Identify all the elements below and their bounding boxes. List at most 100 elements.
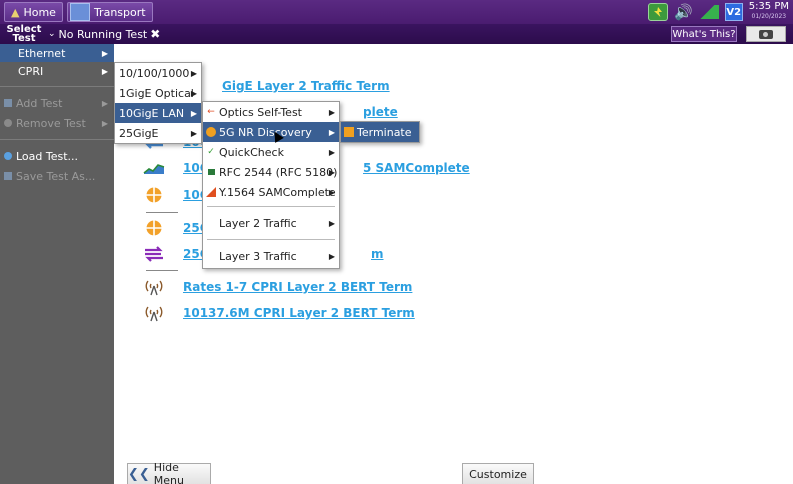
arrow-right-icon: ▶ bbox=[101, 66, 108, 76]
menu-divider bbox=[207, 239, 335, 240]
select-test-button[interactable]: Select Test bbox=[0, 24, 48, 44]
test-link[interactable]: 5 SAMComplete bbox=[363, 161, 470, 175]
whats-this-button[interactable]: What's This? bbox=[671, 26, 737, 42]
screenshot-button[interactable] bbox=[746, 26, 786, 42]
crosshair-icon bbox=[142, 186, 166, 204]
save-icon bbox=[4, 172, 12, 180]
transport-icon bbox=[69, 3, 90, 21]
add-test-label: Add Test bbox=[16, 96, 63, 110]
network-icon[interactable] bbox=[698, 5, 719, 19]
running-test-label: No Running Test bbox=[58, 27, 148, 41]
menu-item-label: Optics Self-Test bbox=[219, 105, 302, 119]
list-item[interactable]: 25G bbox=[142, 217, 210, 239]
menu-item-terminate[interactable]: Terminate bbox=[341, 122, 419, 142]
test-link[interactable]: 10137.6M CPRI Layer 2 BERT Term bbox=[183, 306, 415, 320]
menu-item-quickcheck[interactable]: ✓ QuickCheck ▶ bbox=[203, 142, 339, 162]
double-chevron-left-icon: ❮❮ bbox=[128, 466, 150, 482]
arrow-right-icon: ▶ bbox=[328, 167, 335, 177]
test-link[interactable]: Rates 1-7 CPRI Layer 2 BERT Term bbox=[183, 280, 412, 294]
chevron-down-icon: ⌄ bbox=[48, 29, 56, 39]
arrow-right-icon: ▶ bbox=[190, 88, 197, 98]
list-item[interactable]: 25G m bbox=[142, 243, 384, 265]
menu-item-layer-2-traffic[interactable]: Layer 2 Traffic ▶ bbox=[203, 211, 339, 235]
10gige-lan-menu: ← Optics Self-Test ▶ 5G NR Discovery ▶ ✓… bbox=[202, 101, 340, 269]
menu-item-label: Y.1564 SAMComplete bbox=[219, 185, 336, 199]
menu-item-rfc-2544[interactable]: RFC 2544 (RFC 5180) ▶ bbox=[203, 162, 339, 182]
arrow-right-icon: ▶ bbox=[101, 48, 108, 58]
load-test-button[interactable]: Load Test... bbox=[0, 146, 114, 166]
5g-nr-menu: Terminate bbox=[340, 121, 420, 143]
close-icon[interactable]: ✖ bbox=[150, 27, 160, 41]
sidebar: Ethernet ▶ CPRI ▶ Add Test ▶ Remove Test… bbox=[0, 44, 114, 484]
transport-button[interactable]: Transport bbox=[66, 2, 153, 22]
menu-item-label: 10GigE LAN bbox=[119, 106, 185, 120]
menu-item-10gige-lan[interactable]: 10GigE LAN ▶ bbox=[115, 103, 201, 123]
arrow-right-icon: ▶ bbox=[328, 187, 335, 197]
divider bbox=[146, 212, 178, 213]
test-link[interactable]: plete bbox=[363, 105, 398, 119]
arrow-right-icon: ▶ bbox=[328, 251, 335, 261]
crosshair-icon bbox=[142, 219, 166, 237]
clock: 5:35 PM 01/20/2023 bbox=[749, 2, 789, 22]
list-item[interactable]: 10G bbox=[142, 184, 210, 206]
vnc-badge[interactable]: V2 bbox=[724, 3, 743, 21]
sidebar-item-ethernet[interactable]: Ethernet ▶ bbox=[0, 44, 114, 62]
arrow-right-icon: ▶ bbox=[328, 127, 335, 137]
battery-icon[interactable] bbox=[648, 3, 669, 21]
menu-item-label: 5G NR Discovery bbox=[219, 125, 312, 139]
menu-item-5g-nr-discovery[interactable]: 5G NR Discovery ▶ bbox=[203, 122, 339, 142]
add-test-icon bbox=[4, 99, 12, 107]
status-area: 🔊 V2 5:35 PM 01/20/2023 bbox=[648, 2, 789, 22]
menu-item-layer-3-traffic[interactable]: Layer 3 Traffic ▶ bbox=[203, 244, 339, 268]
menu-item-25gige[interactable]: 25GigE ▶ bbox=[115, 123, 201, 143]
wave-icon bbox=[142, 159, 166, 177]
menu-item-y1564-samcomplete[interactable]: Y.1564 SAMComplete ▶ bbox=[203, 182, 339, 202]
hide-menu-label: Hide Menu bbox=[153, 461, 184, 484]
arrow-left-icon: ← bbox=[207, 107, 215, 117]
sidebar-item-cpri[interactable]: CPRI ▶ bbox=[0, 62, 114, 80]
load-test-icon bbox=[4, 152, 12, 160]
speaker-icon[interactable]: 🔊 bbox=[674, 3, 693, 21]
top-bar: ▲ Home Transport 🔊 V2 5:35 PM 01/20/2023 bbox=[0, 0, 793, 24]
menu-item-1gige-optical[interactable]: 1GigE Optical ▶ bbox=[115, 83, 201, 103]
home-button[interactable]: ▲ Home bbox=[4, 2, 63, 22]
arrow-right-icon: ▶ bbox=[101, 98, 108, 108]
menu-item-optics-self-test[interactable]: ← Optics Self-Test ▶ bbox=[203, 102, 339, 122]
antenna-icon bbox=[142, 278, 166, 296]
camera-icon bbox=[759, 29, 773, 39]
test-link[interactable]: m bbox=[371, 247, 384, 261]
customize-button[interactable]: Customize bbox=[462, 463, 534, 484]
menu-item-10-100-1000[interactable]: 10/100/1000 ▶ bbox=[115, 63, 201, 83]
add-test-button[interactable]: Add Test ▶ bbox=[0, 93, 114, 113]
menu-item-label: 25GigE bbox=[119, 126, 159, 140]
list-item[interactable]: 10G 5 SAMComplete bbox=[142, 157, 470, 179]
running-test-tab[interactable]: ⌄ No Running Test ✖ bbox=[48, 27, 160, 41]
menu-item-label: Layer 3 Traffic bbox=[219, 249, 297, 263]
hide-menu-button[interactable]: ❮❮ Hide Menu bbox=[127, 461, 211, 484]
save-test-as-button[interactable]: Save Test As... bbox=[0, 166, 114, 186]
load-test-label: Load Test... bbox=[16, 149, 79, 163]
test-bar: Select Test ⌄ No Running Test ✖ What's T… bbox=[0, 24, 793, 44]
clock-time: 5:35 PM bbox=[748, 1, 789, 12]
arrow-right-icon: ▶ bbox=[328, 218, 335, 228]
arrow-right-icon: ▶ bbox=[190, 68, 197, 78]
5g-icon bbox=[206, 127, 216, 137]
select-test-line2: Test bbox=[12, 33, 36, 44]
divider bbox=[146, 270, 178, 271]
test-link[interactable]: GigE Layer 2 Traffic Term bbox=[222, 79, 390, 93]
menu-divider bbox=[207, 206, 335, 207]
antenna-icon bbox=[142, 304, 166, 322]
list-item[interactable]: 10137.6M CPRI Layer 2 BERT Term bbox=[142, 302, 415, 324]
remove-test-label: Remove Test bbox=[16, 116, 86, 130]
arrow-right-icon: ▶ bbox=[328, 107, 335, 117]
arrow-right-icon: ▶ bbox=[190, 108, 197, 118]
arrow-right-icon: ▶ bbox=[328, 147, 335, 157]
swap-arrows-icon bbox=[142, 245, 166, 263]
save-test-as-label: Save Test As... bbox=[16, 169, 96, 183]
sidebar-item-label: Ethernet bbox=[18, 46, 66, 60]
arrow-right-icon: ▶ bbox=[101, 118, 108, 128]
remove-test-button[interactable]: Remove Test ▶ bbox=[0, 113, 114, 133]
home-label: Home bbox=[23, 5, 56, 19]
list-item[interactable]: Rates 1-7 CPRI Layer 2 BERT Term bbox=[142, 276, 412, 298]
transport-label: Transport bbox=[93, 5, 146, 19]
